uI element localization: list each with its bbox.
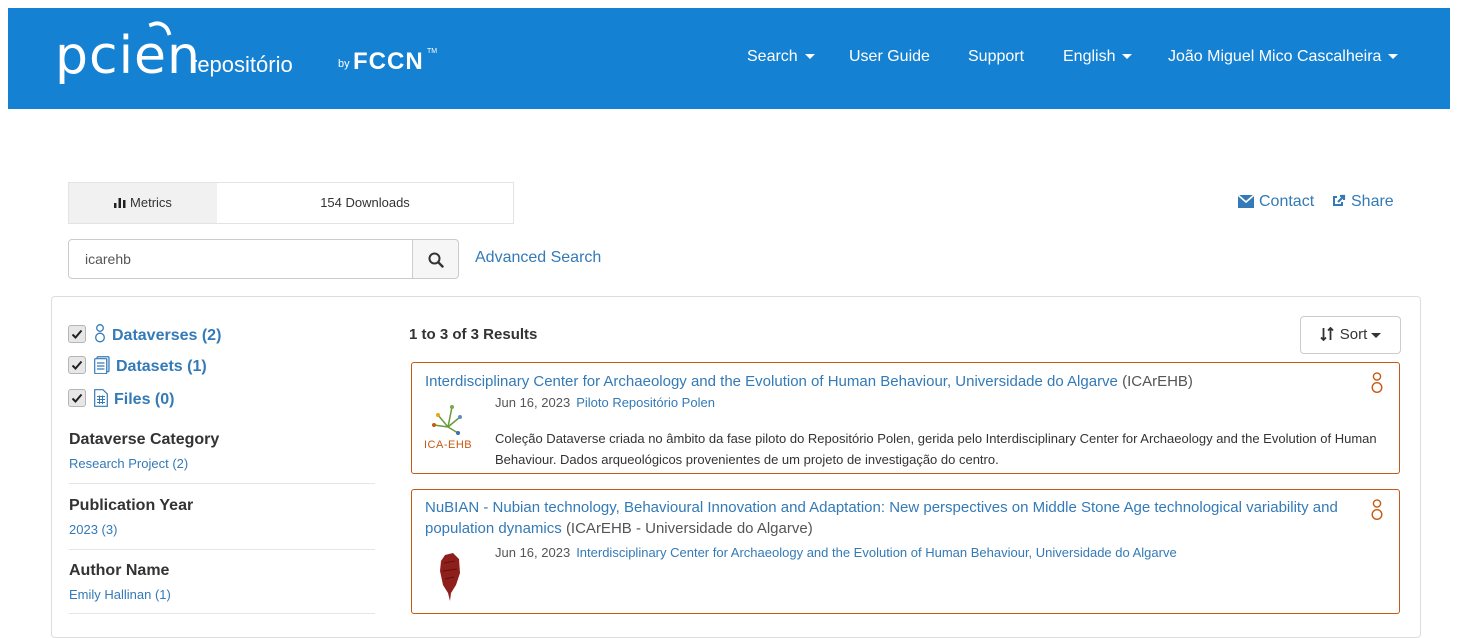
stone-artifact-icon [440, 553, 460, 601]
result-affiliation: (ICArEHB) [1122, 373, 1193, 390]
facet-divider [69, 483, 375, 484]
chevron-down-icon [804, 54, 815, 60]
nav-search-label: Search [747, 48, 798, 65]
bar-chart-icon [114, 184, 126, 224]
facet-link-2023[interactable]: 2023 (3) [69, 522, 117, 537]
facet-dataverses-label: Dataverses (2) [112, 327, 222, 344]
search-input[interactable]: icarehb [68, 239, 413, 279]
file-icon [94, 389, 108, 412]
result-card-dataverse: NuBIAN - Nubian technology, Behavioural … [411, 489, 1400, 614]
metrics-label-text: Metrics [130, 195, 172, 210]
result-affiliation: (ICArEHB - Universidade do Algarve) [565, 520, 813, 537]
datasets-checkbox[interactable] [68, 356, 86, 374]
files-checkbox[interactable] [68, 389, 86, 407]
result-date: Jun 16, 2023 [495, 545, 571, 560]
sort-icon [1320, 319, 1334, 355]
nav-user-dropdown[interactable]: João Miguel Mico Cascalheira [1168, 48, 1399, 66]
result-parent-link[interactable]: Interdisciplinary Center for Archaeology… [576, 545, 1177, 560]
metrics-label: Metrics [69, 183, 217, 223]
result-title: Interdisciplinary Center for Archaeology… [425, 371, 1355, 392]
facet-link-emily-hallinan[interactable]: Emily Hallinan (1) [69, 587, 171, 602]
result-meta: Jun 16, 2023 Interdisciplinary Center for… [495, 545, 1177, 560]
metrics-block: Metrics 154 Downloads [68, 182, 514, 224]
sort-button[interactable]: Sort [1300, 316, 1401, 354]
facet-divider [69, 613, 375, 614]
dataverses-checkbox[interactable] [68, 325, 86, 343]
result-description: Coleção Dataverse criada no âmbito da fa… [495, 431, 1377, 467]
sort-label: Sort [1339, 326, 1368, 343]
share-label: Share [1351, 193, 1394, 210]
nav-user-label: João Miguel Mico Cascalheira [1168, 48, 1382, 65]
dataverse-icon [1371, 371, 1383, 400]
facet-divider [69, 549, 375, 550]
result-parent-link[interactable]: Piloto Repositório Polen [576, 395, 715, 410]
chevron-down-icon [1371, 332, 1382, 338]
logo-by: by [338, 58, 350, 70]
facet-datasets[interactable]: Datasets (1) [68, 356, 207, 376]
nubian-thumbnail[interactable] [439, 553, 461, 603]
dataverse-icon [94, 323, 106, 348]
contact-label: Contact [1259, 193, 1315, 210]
result-card-dataverse: Interdisciplinary Center for Archaeology… [411, 362, 1400, 474]
logo-trademark: TM [427, 48, 438, 55]
nav-user-guide[interactable]: User Guide [849, 48, 930, 66]
facet-dataverses[interactable]: Dataverses (2) [68, 323, 222, 344]
nav-support[interactable]: Support [968, 48, 1024, 66]
icarehb-logo-text: ICA-EHB [424, 439, 473, 451]
fccn-logo: FCCN [353, 48, 424, 75]
result-date: Jun 16, 2023 [495, 395, 571, 410]
search-button[interactable] [412, 239, 459, 279]
result-title-link[interactable]: NuBIAN - Nubian technology, Behavioural … [425, 499, 1338, 537]
nav-language-label: English [1063, 48, 1116, 65]
icarehb-thumbnail[interactable]: ICA-EHB [424, 397, 472, 455]
facet-heading-dataverse-category: Dataverse Category [69, 431, 220, 448]
facet-heading-publication-year: Publication Year [69, 497, 194, 514]
facet-link-research-project[interactable]: Research Project (2) [69, 456, 188, 471]
facet-files[interactable]: Files (0) [68, 389, 174, 409]
top-navbar: pcien repositório by FCCN TM Search User… [8, 8, 1450, 109]
logo-wordmark: pcien [55, 26, 201, 86]
results-count: 1 to 3 of 3 Results [409, 326, 538, 343]
dataset-icon [94, 356, 110, 379]
facet-files-label: Files (0) [114, 391, 175, 408]
envelope-icon [1237, 194, 1255, 213]
result-title-link[interactable]: Interdisciplinary Center for Archaeology… [425, 373, 1118, 390]
nav-language-dropdown[interactable]: English [1063, 48, 1133, 66]
result-meta: Jun 16, 2023 Piloto Repositório Polen [495, 395, 715, 410]
icarehb-logo-icon [432, 405, 462, 435]
share-icon [1331, 193, 1346, 213]
dataverse-icon [1371, 498, 1383, 527]
chevron-down-icon [1122, 54, 1133, 60]
result-title: NuBIAN - Nubian technology, Behavioural … [425, 497, 1355, 539]
contact-link[interactable]: Contact [1237, 193, 1315, 213]
advanced-search-link[interactable]: Advanced Search [475, 249, 601, 267]
search-icon [428, 252, 444, 268]
nav-search-dropdown[interactable]: Search [747, 48, 815, 66]
chevron-down-icon [1388, 54, 1399, 60]
facet-heading-author-name: Author Name [69, 562, 170, 579]
share-link[interactable]: Share [1331, 193, 1394, 213]
downloads-count: 154 Downloads [320, 195, 410, 210]
facet-datasets-label: Datasets (1) [116, 358, 207, 375]
logo-subtitle: repositório [190, 52, 293, 77]
